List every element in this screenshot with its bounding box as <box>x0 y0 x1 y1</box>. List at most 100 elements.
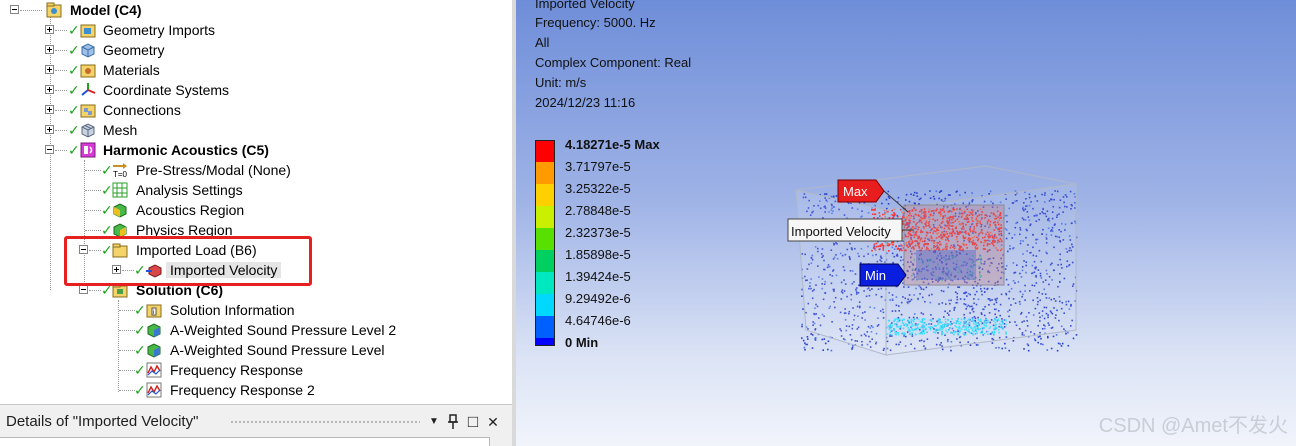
tree-item-label: Acoustics Region <box>136 202 245 218</box>
collapse-toggle[interactable] <box>79 285 88 294</box>
details-panel: Details of "Imported Velocity" ▼ □ ✕ <box>0 404 512 446</box>
collapse-toggle[interactable] <box>10 5 19 14</box>
tree-connector <box>119 330 135 331</box>
graphics-viewport[interactable]: Imported Velocity Frequency: 5000. Hz Al… <box>516 0 1296 446</box>
pin-icon[interactable] <box>445 413 461 431</box>
expand-toggle[interactable] <box>45 105 54 114</box>
check-icon: ✓ <box>68 142 80 158</box>
details-panel-title: Details of "Imported Velocity" <box>6 413 199 430</box>
check-icon: ✓ <box>68 62 80 78</box>
details-grid <box>0 437 490 446</box>
svg-text:T=0: T=0 <box>113 170 128 178</box>
tree-connector <box>85 170 101 171</box>
tree-item-label: Mesh <box>103 122 138 138</box>
tree-item-spl-2[interactable]: ✓ A-Weighted Sound Pressure Level 2 <box>0 320 512 340</box>
tree-item-harmonic-acoustics[interactable]: ✓ Harmonic Acoustics (C5) <box>0 140 512 160</box>
expand-toggle[interactable] <box>45 85 54 94</box>
check-icon: ✓ <box>68 102 80 118</box>
spl-icon <box>147 343 161 358</box>
tree-connector <box>20 10 42 11</box>
tree-connector <box>55 30 67 31</box>
analysis-settings-icon <box>112 182 128 198</box>
coordinate-systems-icon <box>81 83 96 96</box>
tree-item-label: Connections <box>103 102 181 118</box>
harmonic-acoustics-icon <box>80 142 96 158</box>
tree-item-label: Materials <box>103 62 160 78</box>
tree-connector <box>119 310 135 311</box>
tree-connector <box>55 90 67 91</box>
tree-item-label: Analysis Settings <box>136 182 243 198</box>
tree-item-frequency-response-2[interactable]: ✓ Frequency Response 2 <box>0 380 512 400</box>
tree-connector <box>55 110 67 111</box>
geometry-imports-icon <box>80 24 96 38</box>
tree-item-label: Coordinate Systems <box>103 82 230 98</box>
tree-connector <box>85 210 101 211</box>
check-icon: ✓ <box>134 382 146 398</box>
check-icon: ✓ <box>68 42 80 58</box>
watermark: CSDN @Amet不发火 <box>1098 415 1288 437</box>
inner-body <box>903 204 1005 286</box>
check-icon: ✓ <box>68 82 80 98</box>
expand-toggle[interactable] <box>45 25 54 34</box>
tree-connector <box>85 230 101 231</box>
tree-item-label: Geometry Imports <box>103 22 216 38</box>
tree-connector <box>119 390 135 391</box>
tree-item-label: Pre-Stress/Modal (None) <box>136 162 291 178</box>
tree-item-coordinate-systems[interactable]: ✓ Coordinate Systems <box>0 80 512 100</box>
outline-tree: Model (C4) ✓ Geometry Imports ✓ Geometry… <box>0 0 512 404</box>
model-scene: Max Imported Velocity Min <box>787 165 1078 356</box>
dropdown-arrow-icon[interactable]: ▼ <box>426 413 442 431</box>
panel-drag-grip[interactable] <box>230 420 420 425</box>
tree-connector <box>55 130 67 131</box>
check-icon: ✓ <box>68 22 80 38</box>
tree-item-label: Geometry <box>103 42 165 58</box>
check-icon: ✓ <box>134 322 146 338</box>
expand-toggle[interactable] <box>45 65 54 74</box>
tree-item-label: Solution Information <box>170 302 295 318</box>
max-label: Max <box>843 184 868 199</box>
tree-connector <box>119 350 135 351</box>
tree-item-label: Harmonic Acoustics (C5) <box>103 142 269 158</box>
check-icon: ✓ <box>134 342 146 358</box>
tree-connector <box>85 190 101 191</box>
check-icon: ✓ <box>68 122 80 138</box>
mesh-icon <box>81 123 95 138</box>
tree-connector <box>55 150 67 151</box>
tree-item-model[interactable]: Model (C4) <box>0 0 512 20</box>
check-icon: ✓ <box>134 302 146 318</box>
tree-item-solution-information[interactable]: ✓ i Solution Information <box>0 300 512 320</box>
tree-connector <box>55 70 67 71</box>
tree-item-materials[interactable]: ✓ Materials <box>0 60 512 80</box>
probe-annotation: Imported Velocity <box>787 218 914 242</box>
tree-item-acoustics-region[interactable]: ✓ Acoustics Region <box>0 200 512 220</box>
tree-connector <box>55 50 67 51</box>
geometry-icon <box>81 43 95 58</box>
tree-item-connections[interactable]: ✓ Connections <box>0 100 512 120</box>
expand-toggle[interactable] <box>45 125 54 134</box>
collapse-toggle[interactable] <box>45 145 54 154</box>
expand-toggle[interactable] <box>45 45 54 54</box>
tree-connector <box>89 290 101 291</box>
tree-item-label: Frequency Response <box>170 362 304 378</box>
tree-item-analysis-settings[interactable]: ✓ Analysis Settings <box>0 180 512 200</box>
close-icon[interactable]: ✕ <box>485 413 501 431</box>
restore-icon[interactable]: □ <box>465 413 481 431</box>
tree-item-mesh[interactable]: ✓ Mesh <box>0 120 512 140</box>
highlight-annotation-box <box>64 236 312 286</box>
probe-label: Imported Velocity <box>791 224 891 239</box>
prestress-icon: T=0 <box>113 163 128 178</box>
frequency-response-icon <box>146 362 162 378</box>
svg-text:i: i <box>153 310 154 316</box>
tree-item-label: Frequency Response 2 <box>170 382 315 398</box>
tree-item-geometry[interactable]: ✓ Geometry <box>0 40 512 60</box>
tree-item-spl[interactable]: ✓ A-Weighted Sound Pressure Level <box>0 340 512 360</box>
spl-icon <box>147 323 161 338</box>
materials-icon <box>80 64 96 78</box>
tree-connector <box>119 370 135 371</box>
tree-item-label: A-Weighted Sound Pressure Level 2 <box>170 322 397 338</box>
tree-item-frequency-response[interactable]: ✓ Frequency Response <box>0 360 512 380</box>
tree-item-label: A-Weighted Sound Pressure Level <box>170 342 385 358</box>
acoustics-region-icon <box>113 203 127 218</box>
tree-item-geometry-imports[interactable]: ✓ Geometry Imports <box>0 20 512 40</box>
tree-item-prestress[interactable]: ✓ T=0 Pre-Stress/Modal (None) <box>0 160 512 180</box>
